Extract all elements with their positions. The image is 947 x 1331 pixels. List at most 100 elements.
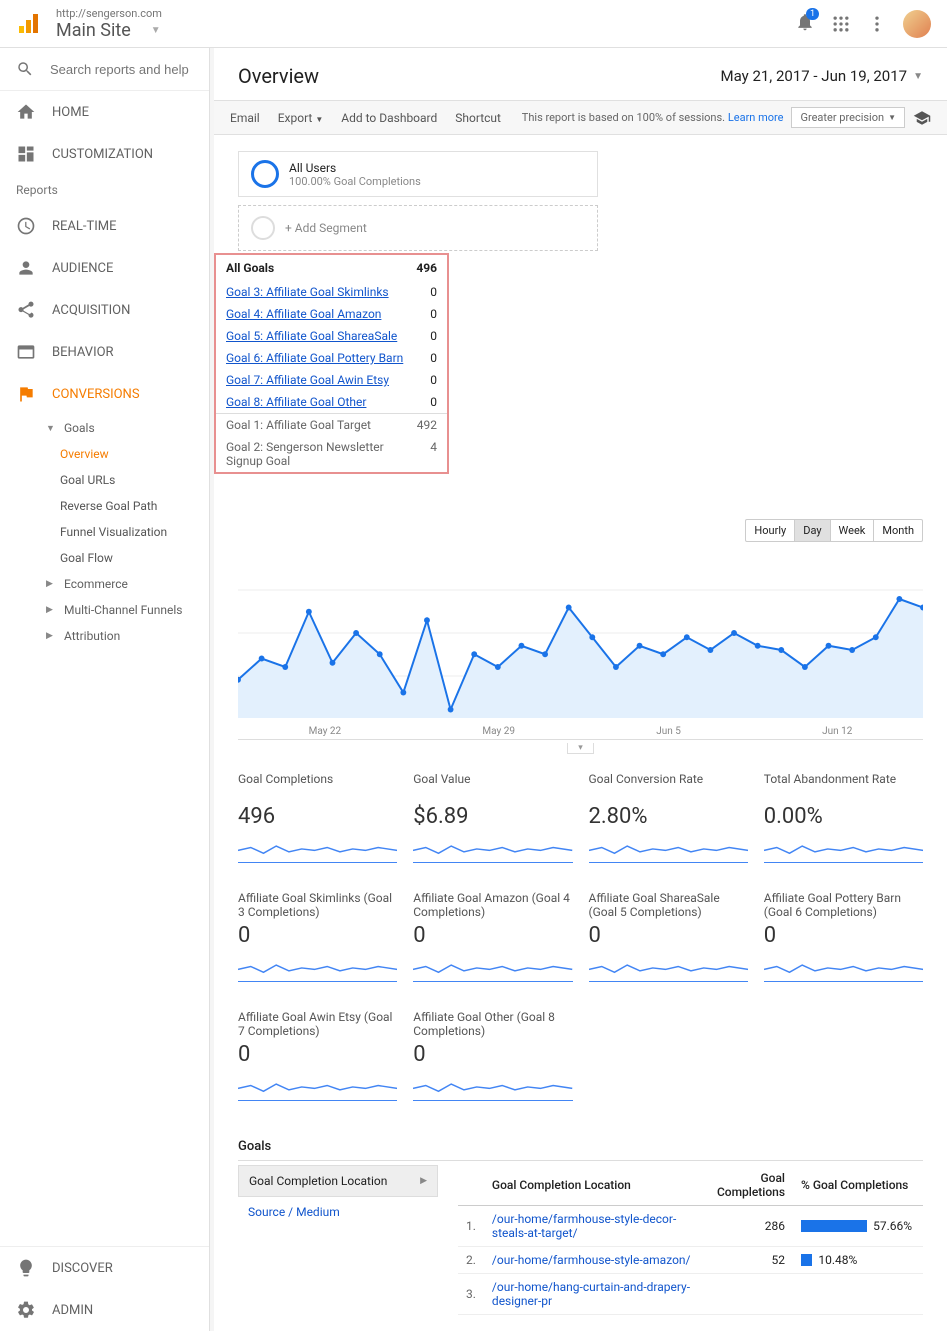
flag-icon (16, 384, 36, 404)
goals-dropdown: All Goals 496 Goal 3: Affiliate Goal Ski… (214, 253, 449, 474)
nav-acquisition[interactable]: ACQUISITION (0, 289, 209, 331)
gear-icon (16, 1300, 36, 1320)
metric-value: 496 (238, 804, 397, 829)
graduation-cap-icon[interactable] (913, 109, 931, 127)
nav-behavior[interactable]: BEHAVIOR (0, 331, 209, 373)
chevron-right-icon: ▶ (46, 579, 56, 589)
goal-option-link[interactable]: Goal 6: Affiliate Goal Pottery Barn (226, 351, 403, 365)
goal-option-link[interactable]: Goal 3: Affiliate Goal Skimlinks (226, 285, 389, 299)
nav-customization[interactable]: CUSTOMIZATION (0, 133, 209, 175)
metric-tile[interactable]: Affiliate Goal ShareaSale (Goal 5 Comple… (589, 891, 748, 986)
col-completions[interactable]: Goal Completions (703, 1165, 793, 1206)
metric-value: 0 (238, 1042, 397, 1067)
segment-all-users[interactable]: All Users 100.00% Goal Completions (238, 151, 598, 197)
metric-label: Goal Value (413, 772, 572, 802)
col-pct[interactable]: % Goal Completions (793, 1165, 923, 1206)
goal-option-link[interactable]: Goal 7: Affiliate Goal Awin Etsy (226, 373, 389, 387)
table-row: 1. /our-home/farmhouse-style-decor-steal… (458, 1206, 923, 1247)
nav-goal-urls[interactable]: Goal URLs (50, 467, 209, 493)
nav-conversions[interactable]: CONVERSIONS (0, 373, 209, 415)
metric-tile[interactable]: Affiliate Goal Amazon (Goal 4 Completion… (413, 891, 572, 986)
nav-goal-flow[interactable]: Goal Flow (50, 545, 209, 571)
notification-badge: 1 (806, 8, 819, 20)
metric-value: 0 (413, 1042, 572, 1067)
metric-value: 0 (764, 923, 923, 948)
add-segment-button[interactable]: + Add Segment (238, 205, 598, 251)
metric-tile[interactable]: Goal Conversion Rate2.80% (589, 772, 748, 867)
search-input[interactable] (50, 62, 193, 77)
chevron-right-icon: ▶ (46, 605, 56, 615)
bulb-icon (16, 1258, 36, 1278)
nav-goals-overview[interactable]: Overview (50, 441, 209, 467)
nav-reverse-goal[interactable]: Reverse Goal Path (50, 493, 209, 519)
goal-option-disabled: Goal 2: Sengerson Newsletter Signup Goal (226, 440, 396, 468)
toolbar-add-dashboard[interactable]: Add to Dashboard (341, 111, 437, 125)
nav-home[interactable]: HOME (0, 91, 209, 133)
apps-icon[interactable] (831, 14, 851, 34)
goals-section-label: Goals (238, 1133, 923, 1161)
chevron-down-icon: ▼ (913, 71, 923, 82)
more-vert-icon[interactable] (867, 14, 887, 34)
goal-location-link[interactable]: /our-home/farmhouse-style-amazon/ (492, 1253, 691, 1267)
tab-month[interactable]: Month (873, 520, 922, 541)
toolbar-export[interactable]: Export ▼ (278, 111, 324, 125)
time-granularity-tabs: Hourly Day Week Month (745, 519, 923, 542)
person-icon (16, 258, 36, 278)
metric-value: 0 (238, 923, 397, 948)
search-icon (16, 60, 34, 78)
goal-option-link[interactable]: Goal 8: Affiliate Goal Other (226, 395, 366, 409)
metric-tile[interactable]: Goal Value$6.89 (413, 772, 572, 867)
metric-tile[interactable]: Total Abandonment Rate0.00% (764, 772, 923, 867)
dim-goal-location[interactable]: Goal Completion Location ▶ (238, 1165, 438, 1197)
avatar[interactable] (903, 10, 931, 38)
notifications-icon[interactable]: 1 (795, 12, 815, 36)
nav-goals[interactable]: ▼Goals (30, 415, 209, 441)
site-selector[interactable]: Main Site ▼ (56, 20, 795, 41)
dim-source-medium[interactable]: Source / Medium (238, 1197, 438, 1227)
tab-day[interactable]: Day (794, 520, 829, 541)
goal-location-link[interactable]: /our-home/farmhouse-style-decor-steals-a… (492, 1212, 676, 1240)
metric-label: Affiliate Goal Other (Goal 8 Completions… (413, 1010, 572, 1040)
goal-location-link[interactable]: /our-home/hang-curtain-and-drapery-desig… (492, 1280, 690, 1308)
share-icon (16, 300, 36, 320)
chevron-down-icon: ▼ (46, 423, 56, 434)
chevron-down-icon: ▼ (151, 25, 161, 36)
nav-realtime[interactable]: REAL-TIME (0, 205, 209, 247)
goal-option-link[interactable]: Goal 4: Affiliate Goal Amazon (226, 307, 381, 321)
tab-hourly[interactable]: Hourly (746, 520, 794, 541)
metric-tile[interactable]: Affiliate Goal Pottery Barn (Goal 6 Comp… (764, 891, 923, 986)
learn-more-link[interactable]: Learn more (728, 111, 784, 124)
nav-audience[interactable]: AUDIENCE (0, 247, 209, 289)
site-url: http://sengerson.com (56, 7, 795, 20)
segment-circle-icon (251, 160, 279, 188)
nav-admin[interactable]: ADMIN (0, 1289, 209, 1331)
nav-discover[interactable]: DISCOVER (0, 1247, 209, 1289)
tab-week[interactable]: Week (830, 520, 874, 541)
dashboard-icon (16, 144, 36, 164)
metric-value: 2.80% (589, 804, 748, 829)
nav-funnel[interactable]: Funnel Visualization (50, 519, 209, 545)
table-row: 2. /our-home/farmhouse-style-amazon/ 52 … (458, 1247, 923, 1274)
nav-ecommerce[interactable]: ▶Ecommerce (30, 571, 209, 597)
metric-tile[interactable]: Affiliate Goal Skimlinks (Goal 3 Complet… (238, 891, 397, 986)
toolbar-email[interactable]: Email (230, 111, 260, 125)
chevron-down-icon: ▼ (888, 113, 896, 122)
expand-chart-handle[interactable]: ▾ (567, 743, 594, 754)
metric-tile[interactable]: Goal Completions496 (238, 772, 397, 867)
search-row[interactable] (0, 48, 209, 91)
metric-label: Affiliate Goal Skimlinks (Goal 3 Complet… (238, 891, 397, 921)
metric-value: $6.89 (413, 804, 572, 829)
toolbar-shortcut[interactable]: Shortcut (455, 111, 501, 125)
date-range-picker[interactable]: May 21, 2017 - Jun 19, 2017 ▼ (720, 67, 923, 85)
segment-subtitle: 100.00% Goal Completions (289, 175, 421, 188)
goal-option-link[interactable]: Goal 5: Affiliate Goal ShareaSale (226, 329, 397, 343)
clock-icon (16, 216, 36, 236)
nav-attribution[interactable]: ▶Attribution (30, 623, 209, 649)
metric-label: Goal Completions (238, 772, 397, 802)
dropdown-header: All Goals (226, 261, 274, 275)
metric-tile[interactable]: Affiliate Goal Awin Etsy (Goal 7 Complet… (238, 1010, 397, 1105)
metric-tile[interactable]: Affiliate Goal Other (Goal 8 Completions… (413, 1010, 572, 1105)
nav-multichannel[interactable]: ▶Multi-Channel Funnels (30, 597, 209, 623)
col-location[interactable]: Goal Completion Location (484, 1165, 703, 1206)
precision-select[interactable]: Greater precision▼ (791, 107, 905, 128)
